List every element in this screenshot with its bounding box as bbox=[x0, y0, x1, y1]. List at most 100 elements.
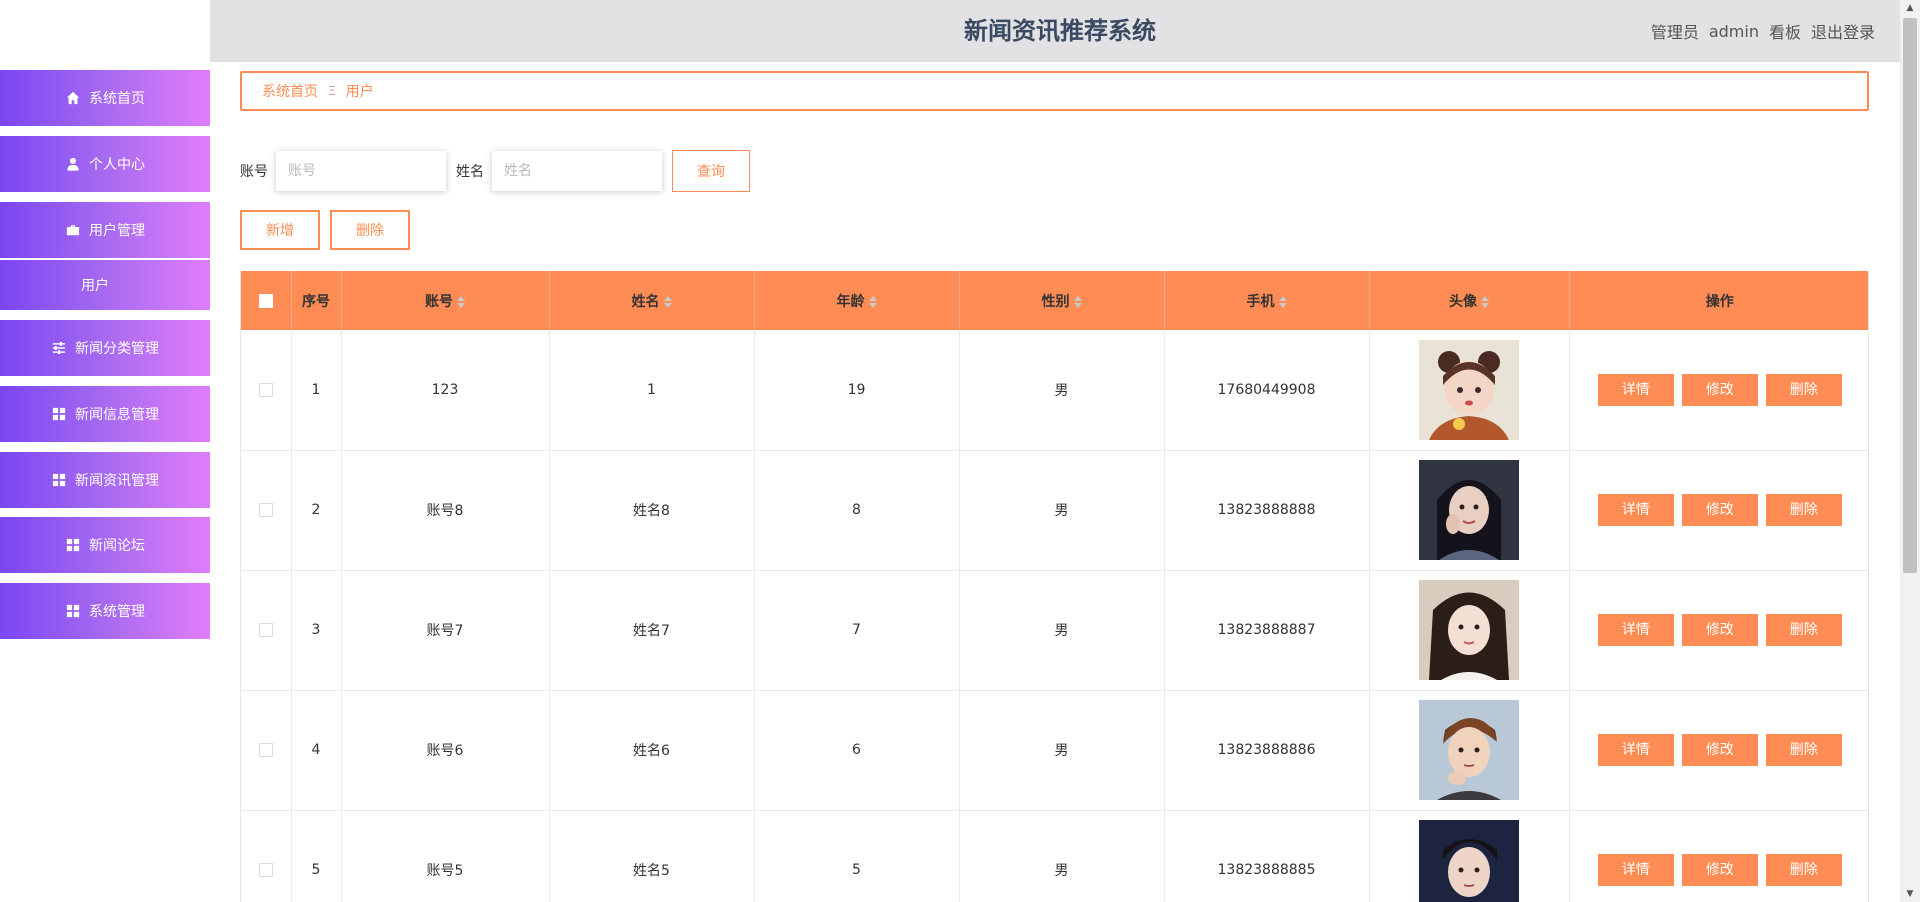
row-age: 19 bbox=[754, 330, 960, 451]
row-checkbox[interactable] bbox=[258, 743, 273, 757]
select-all-cell bbox=[241, 271, 292, 330]
header-user-area: 管理员 admin 看板 退出登录 bbox=[1651, 0, 1875, 62]
row-index: 5 bbox=[291, 810, 342, 902]
sidebar-item-user-management[interactable]: 用户管理 bbox=[0, 202, 210, 258]
column-header-actions: 操作 bbox=[1705, 293, 1734, 310]
breadcrumb-home[interactable]: 系统首页 bbox=[262, 81, 318, 101]
column-header-account[interactable]: 账号 bbox=[341, 271, 550, 330]
row-account: 账号5 bbox=[341, 810, 550, 902]
delete-button[interactable]: 删除 bbox=[1765, 734, 1842, 766]
edit-button[interactable]: 修改 bbox=[1681, 734, 1758, 766]
avatar bbox=[1419, 580, 1519, 680]
dashboard-link[interactable]: 看板 bbox=[1769, 19, 1801, 43]
sort-icon[interactable] bbox=[868, 295, 877, 308]
row-name: 1 bbox=[549, 330, 755, 451]
sidebar-item-news-category[interactable]: 新闻分类管理 bbox=[0, 320, 210, 376]
sidebar-item-system[interactable]: 系统管理 bbox=[0, 583, 210, 639]
search-bar: 账号 姓名 查询 bbox=[240, 150, 750, 192]
row-account: 账号8 bbox=[341, 450, 550, 571]
account-label: 账号 bbox=[240, 164, 268, 180]
sort-icon[interactable] bbox=[457, 295, 465, 308]
sidebar-item-label: 新闻分类管理 bbox=[75, 341, 159, 357]
detail-button[interactable]: 详情 bbox=[1597, 373, 1674, 406]
sidebar-subitem-users[interactable]: 用户 bbox=[0, 260, 210, 310]
detail-button[interactable]: 详情 bbox=[1597, 734, 1674, 766]
row-gender: 男 bbox=[959, 810, 1165, 902]
name-label: 姓名 bbox=[456, 164, 484, 180]
user-table: 序号 账号 姓名 年龄 性别 手机 头像 操作 1 123 1 19 男 176… bbox=[240, 271, 1869, 902]
sort-icon[interactable] bbox=[1481, 295, 1489, 308]
batch-delete-button[interactable]: 删除 bbox=[330, 210, 410, 250]
scroll-down-arrow-icon[interactable]: ▼ bbox=[1900, 886, 1920, 902]
row-phone: 13823888885 bbox=[1164, 810, 1370, 902]
avatar bbox=[1419, 820, 1519, 902]
sidebar-item-label: 系统首页 bbox=[89, 91, 145, 107]
row-index: 2 bbox=[291, 450, 342, 571]
sidebar-item-news-feed[interactable]: 新闻资讯管理 bbox=[0, 452, 210, 508]
sidebar-item-label: 新闻论坛 bbox=[89, 538, 145, 554]
user-role: 管理员 bbox=[1650, 23, 1699, 42]
sidebar-item-news-forum[interactable]: 新闻论坛 bbox=[0, 517, 210, 573]
row-name: 姓名7 bbox=[549, 570, 755, 691]
username: admin bbox=[1708, 21, 1759, 41]
detail-button[interactable]: 详情 bbox=[1597, 614, 1674, 646]
detail-button[interactable]: 详情 bbox=[1597, 494, 1674, 526]
scroll-thumb[interactable] bbox=[1903, 18, 1917, 573]
grid-icon bbox=[65, 603, 81, 619]
top-header: 新闻资讯推荐系统 管理员 admin 看板 退出登录 bbox=[210, 0, 1900, 62]
breadcrumb: 系统首页 Ξ 用户 bbox=[240, 71, 1869, 111]
sidebar-item-profile[interactable]: 个人中心 bbox=[0, 136, 210, 192]
table-row: 5 账号5 姓名5 5 男 13823888885 详情 修改 删除 bbox=[241, 810, 1868, 902]
add-button[interactable]: 新增 bbox=[240, 210, 320, 250]
scroll-up-arrow-icon[interactable]: ▲ bbox=[1900, 0, 1920, 16]
action-buttons: 新增 删除 bbox=[240, 210, 410, 252]
query-button[interactable]: 查询 bbox=[672, 150, 750, 192]
edit-button[interactable]: 修改 bbox=[1681, 494, 1758, 526]
delete-button[interactable]: 删除 bbox=[1765, 373, 1842, 406]
sidebar-subitem-label: 用户 bbox=[81, 278, 109, 294]
name-search-input[interactable] bbox=[492, 151, 662, 191]
row-age: 7 bbox=[754, 570, 960, 691]
table-row: 1 123 1 19 男 17680449908 详情 修改 删除 bbox=[241, 330, 1868, 451]
column-header-age[interactable]: 年龄 bbox=[754, 271, 960, 330]
column-header-index: 序号 bbox=[291, 271, 342, 330]
sidebar-item-home[interactable]: 系统首页 bbox=[0, 70, 210, 126]
row-checkbox[interactable] bbox=[258, 382, 273, 397]
sliders-icon bbox=[51, 340, 67, 356]
row-phone: 17680449908 bbox=[1164, 330, 1370, 451]
sort-icon[interactable] bbox=[1278, 295, 1287, 308]
sidebar: 系统首页 个人中心 用户管理 用户 新闻分类管理 新闻信息管理 新闻资讯管理 新… bbox=[0, 0, 210, 902]
edit-button[interactable]: 修改 bbox=[1681, 854, 1758, 886]
sidebar-item-news-info[interactable]: 新闻信息管理 bbox=[0, 386, 210, 442]
briefcase-icon bbox=[65, 222, 81, 238]
sort-icon[interactable] bbox=[1073, 295, 1082, 308]
breadcrumb-separator-icon: Ξ bbox=[328, 84, 336, 98]
sort-icon[interactable] bbox=[663, 295, 672, 308]
row-name: 姓名8 bbox=[549, 450, 755, 571]
table-row: 2 账号8 姓名8 8 男 13823888888 详情 修改 删除 bbox=[241, 450, 1868, 571]
row-checkbox[interactable] bbox=[258, 503, 273, 517]
row-checkbox[interactable] bbox=[258, 863, 273, 877]
logout-link[interactable]: 退出登录 bbox=[1811, 19, 1875, 43]
row-gender: 男 bbox=[959, 450, 1165, 571]
column-header-phone[interactable]: 手机 bbox=[1164, 271, 1370, 330]
row-age: 8 bbox=[754, 450, 960, 571]
account-search-input[interactable] bbox=[276, 151, 446, 191]
column-header-name[interactable]: 姓名 bbox=[549, 271, 755, 330]
column-header-avatar[interactable]: 头像 bbox=[1369, 271, 1570, 330]
delete-button[interactable]: 删除 bbox=[1765, 614, 1842, 646]
select-all-checkbox[interactable] bbox=[258, 293, 273, 308]
row-index: 3 bbox=[291, 570, 342, 691]
edit-button[interactable]: 修改 bbox=[1681, 373, 1758, 406]
detail-button[interactable]: 详情 bbox=[1597, 854, 1674, 886]
row-checkbox[interactable] bbox=[258, 623, 273, 637]
row-account: 123 bbox=[341, 330, 550, 451]
row-gender: 男 bbox=[959, 570, 1165, 691]
edit-button[interactable]: 修改 bbox=[1681, 614, 1758, 646]
row-gender: 男 bbox=[959, 690, 1165, 811]
page-scrollbar[interactable]: ▲ ▼ bbox=[1900, 0, 1920, 902]
column-header-gender[interactable]: 性别 bbox=[959, 271, 1165, 330]
delete-button[interactable]: 删除 bbox=[1765, 854, 1842, 886]
grid-icon bbox=[51, 406, 67, 422]
delete-button[interactable]: 删除 bbox=[1765, 494, 1842, 526]
